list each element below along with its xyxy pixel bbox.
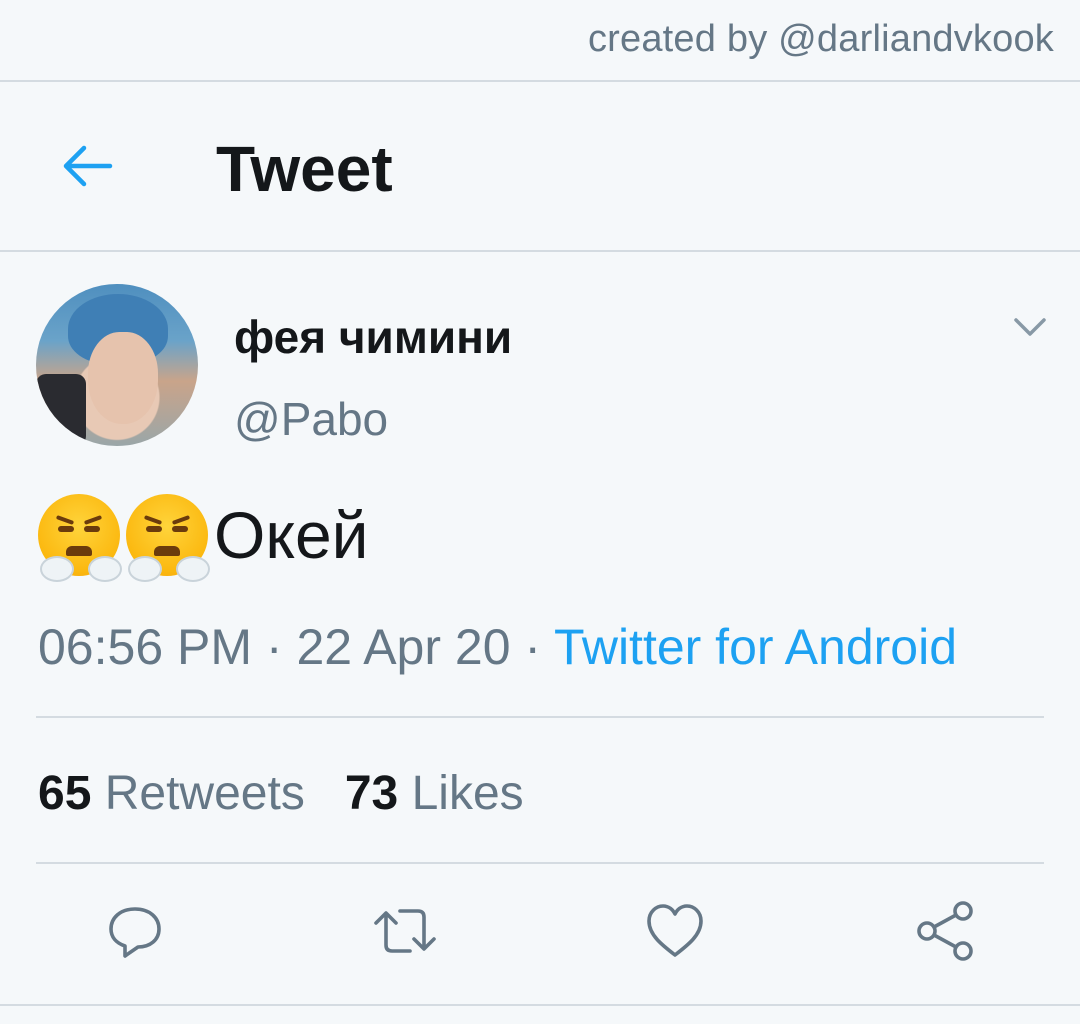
face-with-steam-from-nose-icon	[126, 494, 210, 582]
tweet-actions	[0, 896, 1080, 976]
face-with-steam-from-nose-icon	[38, 494, 122, 582]
tweet-meta: 06:56 PM · 22 Apr 20 · Twitter for Andro…	[38, 618, 957, 676]
tweet-source-link[interactable]: Twitter for Android	[554, 619, 957, 675]
reply-icon[interactable]	[100, 896, 170, 966]
back-arrow-icon[interactable]	[56, 138, 116, 194]
likes-count: 73	[344, 767, 399, 820]
retweets-count: 65	[38, 767, 92, 820]
author-name[interactable]: фея чимини	[234, 310, 512, 364]
author-handle[interactable]: @Pabo	[234, 392, 388, 446]
likes-stat[interactable]: 73 Likes	[345, 767, 524, 820]
like-icon[interactable]	[640, 896, 710, 966]
share-icon[interactable]	[910, 896, 980, 966]
tweet-time: 06:56 PM	[38, 619, 253, 675]
meta-separator: ·	[252, 619, 297, 675]
divider	[36, 862, 1044, 864]
watermark-text: created by @darliandvkook	[587, 18, 1054, 60]
page-title: Tweet	[216, 133, 393, 205]
retweet-icon[interactable]	[370, 896, 440, 966]
avatar[interactable]	[36, 284, 198, 446]
divider	[0, 250, 1080, 252]
chevron-down-icon[interactable]	[1010, 310, 1050, 346]
likes-label: Likes	[411, 767, 524, 820]
tweet-stats: 65 Retweets 73 Likes	[38, 766, 524, 821]
retweets-stat[interactable]: 65 Retweets	[38, 767, 305, 820]
top-app-bar: Tweet	[0, 82, 1080, 250]
tweet-body: Окей	[214, 498, 369, 572]
divider	[0, 1004, 1080, 1006]
meta-separator: ·	[510, 619, 555, 675]
tweet-date: 22 Apr 20	[296, 619, 511, 675]
tweet-text: Окей	[38, 494, 369, 582]
divider	[36, 716, 1044, 718]
retweets-label: Retweets	[104, 767, 305, 820]
